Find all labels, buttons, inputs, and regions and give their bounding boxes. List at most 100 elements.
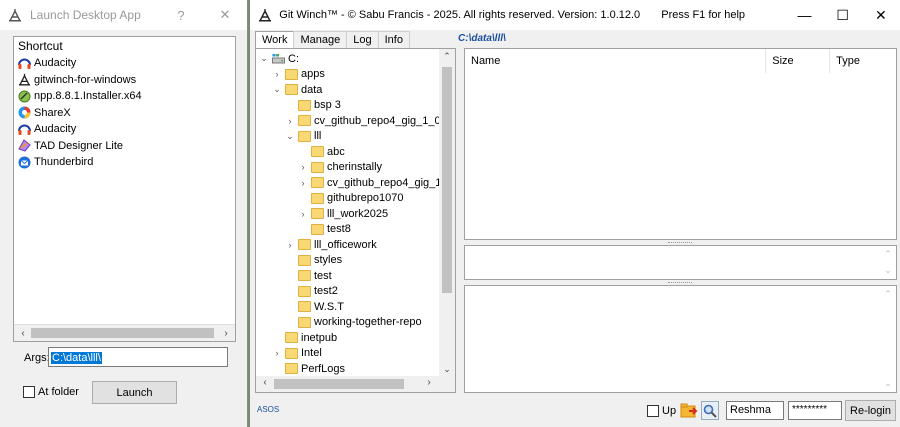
folder-icon [285,68,298,80]
args-input[interactable]: C:\data\lll\ [48,347,228,367]
asos-link[interactable]: ASOS [257,405,279,414]
scroll-up-icon[interactable]: ⌃ [880,249,896,260]
tree-node[interactable]: › lll_officework [285,237,377,253]
tree-node[interactable]: test8 [298,222,351,238]
expand-icon[interactable]: › [298,209,308,219]
tree-node[interactable]: › apps [272,67,325,83]
column-size[interactable]: Size [766,48,831,73]
scroll-left-icon[interactable]: ‹ [15,327,31,340]
scroll-down-icon[interactable]: ⌄ [439,364,455,375]
tree-node[interactable]: inetpub [272,330,337,346]
audacity-icon [17,122,31,136]
checkbox-box[interactable] [647,405,659,417]
scroll-thumb[interactable] [442,67,452,293]
tree-vertical-scrollbar[interactable]: ⌃ ⌄ [439,49,455,377]
folder-icon [311,146,324,158]
scroll-thumb[interactable] [31,328,214,338]
shortcut-label: Thunderbird [34,156,94,169]
scroll-down-icon[interactable]: ⌄ [880,265,896,276]
output-pane[interactable]: ⌃ ⌄ [464,285,897,393]
scroll-up-icon[interactable]: ⌃ [880,289,896,300]
tree-node[interactable]: W.S.T [285,299,344,315]
close-button[interactable]: ✕ [862,7,900,24]
tab-strip: Work Manage Log Info [255,31,410,49]
pane-scrollbar[interactable]: ⌃ ⌄ [880,286,896,392]
splitter-grip[interactable] [668,282,692,284]
at-folder-label: At folder [38,386,79,398]
password-field[interactable]: ********* [788,401,842,420]
collapse-icon[interactable]: ⌄ [272,84,282,95]
shortcut-item[interactable]: ShareX [14,105,235,122]
shortcut-horizontal-scrollbar[interactable]: ‹ › [14,324,235,341]
tree-node-label: bsp 3 [314,99,341,112]
shortcut-column-header[interactable]: Shortcut [14,37,235,55]
scroll-down-icon[interactable]: ⌄ [880,378,896,389]
column-type[interactable]: Type [830,49,896,73]
tree-node[interactable]: working-together-repo [285,315,422,331]
tree-node[interactable]: test [285,268,332,284]
expand-icon[interactable]: › [298,162,308,172]
tree-node-label: C: [288,52,299,65]
tree-node[interactable]: › lll_work2025 [298,206,389,222]
collapse-icon[interactable]: ⌄ [285,131,295,142]
expand-icon[interactable]: › [285,116,295,126]
at-folder-checkbox[interactable]: At folder [23,386,79,398]
scroll-right-icon[interactable]: › [421,377,437,388]
scroll-left-icon[interactable]: ‹ [257,377,273,388]
tree-node[interactable]: › Intel [272,346,322,362]
relogin-button[interactable]: Re-login [845,400,896,421]
shortcut-item[interactable]: Audacity [14,121,235,138]
shortcut-item[interactable]: TAD Designer Lite [14,138,235,155]
tree-node-label: Intel [301,347,322,360]
shortcut-item[interactable]: Thunderbird [14,154,235,171]
folder-icon [298,239,311,251]
maximize-button[interactable]: ☐ [824,7,862,24]
message-pane[interactable]: ⌃ ⌄ [464,245,897,280]
file-list[interactable]: Name Size Type [464,48,897,240]
tree-node[interactable]: bsp 3 [285,98,341,114]
shortcut-item[interactable]: gitwinch-for-windows [14,72,235,89]
tree-node[interactable]: PerfLogs [272,361,345,377]
tree-node[interactable]: githubrepo1070 [298,191,403,207]
collapse-icon[interactable]: ⌄ [259,53,269,64]
expand-icon[interactable]: › [272,69,282,79]
scroll-up-icon[interactable]: ⌃ [439,51,455,62]
expand-icon[interactable]: › [285,240,295,250]
expand-icon[interactable]: › [272,348,282,358]
folder-icon [298,301,311,313]
username-field[interactable]: Reshma [726,401,784,420]
folder-icon [285,363,298,375]
tab-info[interactable]: Info [377,31,410,48]
scroll-right-icon[interactable]: › [218,327,234,340]
splitter-grip[interactable] [668,242,692,244]
tab-work[interactable]: Work [255,31,295,49]
tab-log[interactable]: Log [346,31,379,48]
tree-horizontal-scrollbar[interactable]: ‹ › [256,376,455,392]
tree-node[interactable]: › cherinstally [298,160,383,176]
close-button[interactable]: ✕ [203,7,247,23]
column-name[interactable]: Name [465,48,767,73]
tree-node[interactable]: abc [298,144,345,160]
tree-node[interactable]: ⌄ data [272,82,322,98]
checkbox-box[interactable] [23,386,35,398]
tree-node[interactable]: ⌄ lll [285,129,321,145]
tab-manage[interactable]: Manage [293,31,348,48]
shortcut-item[interactable]: npp.8.8.1.Installer.x64 [14,88,235,105]
tree-node[interactable]: ⌄ C: [259,51,299,67]
folder-tree[interactable]: ⌄ C: › apps ⌄ data bsp 3 › cv_github_repo4_gig_1… [255,48,456,393]
tree-node[interactable]: › cv_github_repo4_gig_1_0_ [298,175,456,191]
scroll-thumb[interactable] [274,379,404,389]
shortcut-item[interactable]: Audacity [14,55,235,72]
open-folder-button[interactable] [680,402,698,419]
tree-node[interactable]: › cv_github_repo4_gig_1_0_4_ [285,113,456,129]
shortcut-list[interactable]: Shortcut Audacity gitwinch-for-windows npp… [13,36,236,342]
launch-button[interactable]: Launch [92,381,177,404]
expand-icon[interactable]: › [298,178,308,188]
pane-scrollbar[interactable]: ⌃ ⌄ [880,246,896,279]
tree-node[interactable]: test2 [285,284,338,300]
up-checkbox[interactable]: Up [647,405,676,417]
minimize-button[interactable]: — [785,7,823,23]
help-button[interactable]: ? [159,8,203,23]
search-button[interactable] [701,401,719,420]
tree-node[interactable]: styles [285,253,342,269]
